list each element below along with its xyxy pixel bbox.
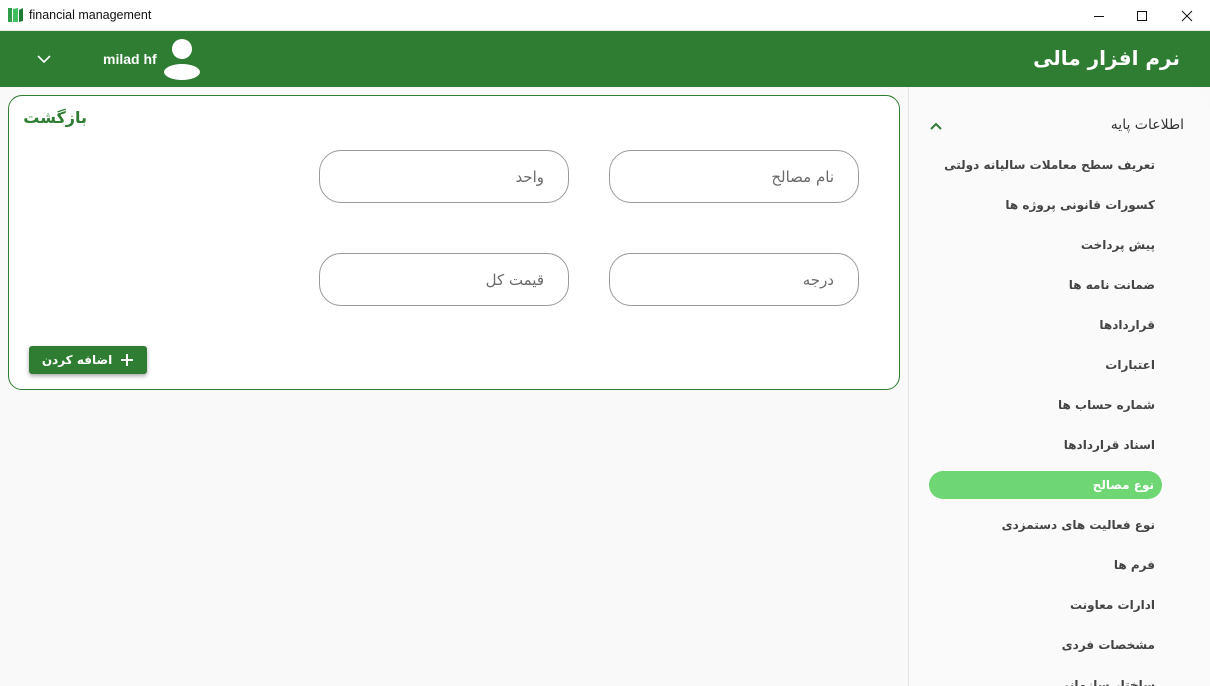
title-bar: financial management [0, 0, 1210, 31]
sidebar-item[interactable]: شماره حساب ها [1058, 391, 1155, 419]
sidebar-item[interactable]: ضمانت نامه ها [1069, 271, 1155, 299]
close-button[interactable] [1164, 0, 1210, 31]
app-header: milad hf نرم افزار مالی [0, 31, 1210, 87]
unit-field[interactable] [319, 150, 569, 203]
grade-field[interactable] [609, 253, 859, 306]
window-title: financial management [29, 8, 152, 22]
material-name-input[interactable] [610, 151, 858, 202]
sidebar-item[interactable]: ساختار سازمانی [1058, 671, 1155, 686]
back-link[interactable]: بازگشت [23, 108, 87, 127]
user-avatar-icon[interactable] [162, 38, 202, 80]
sidebar-item[interactable]: قراردادها [1099, 311, 1155, 339]
minimize-button[interactable] [1076, 0, 1122, 31]
app-name: نرم افزار مالی [1033, 46, 1180, 70]
sidebar-item[interactable]: مشخصات فردی [1062, 631, 1155, 659]
maximize-button[interactable] [1119, 0, 1165, 31]
sidebar-item[interactable]: ادارات معاونت [1070, 591, 1155, 619]
sidebar-item[interactable]: اسناد قراردادها [1064, 431, 1155, 459]
books-app-icon [8, 8, 23, 22]
sidebar-item[interactable]: تعریف سطح معاملات سالیانه دولتی [944, 151, 1155, 179]
chevron-up-icon[interactable] [929, 119, 943, 133]
close-icon [1181, 10, 1193, 21]
grade-input[interactable] [610, 254, 858, 305]
material-name-field[interactable] [609, 150, 859, 203]
maximize-icon [1137, 10, 1147, 21]
add-button-label: اضافه کردن [41, 353, 113, 367]
sidebar-item[interactable]: کسورات قانونی پروژه ها [1005, 191, 1155, 219]
sidebar-item[interactable]: نوع مصالح [929, 471, 1162, 499]
add-button[interactable]: اضافه کردن [29, 346, 147, 374]
plus-icon [121, 354, 134, 366]
chevron-down-icon[interactable] [34, 49, 54, 69]
sidebar-item[interactable]: اعتبارات [1105, 351, 1155, 379]
sidebar-section-title[interactable]: اطلاعات پایه [1111, 117, 1184, 133]
sidebar-item[interactable]: نوع فعالیت های دستمزدی [1002, 511, 1155, 539]
unit-input[interactable] [320, 151, 568, 202]
sidebar-item[interactable]: پیش پرداخت [1081, 231, 1155, 259]
sidebar: اطلاعات پایه تعریف سطح معاملات سالیانه د… [908, 87, 1210, 686]
total-price-field[interactable] [319, 253, 569, 306]
minimize-icon [1094, 15, 1104, 17]
sidebar-item[interactable]: فرم ها [1114, 551, 1155, 579]
form-card: بازگشت اضافه کردن [8, 95, 900, 390]
total-price-input[interactable] [320, 254, 568, 305]
user-name[interactable]: milad hf [103, 51, 157, 67]
